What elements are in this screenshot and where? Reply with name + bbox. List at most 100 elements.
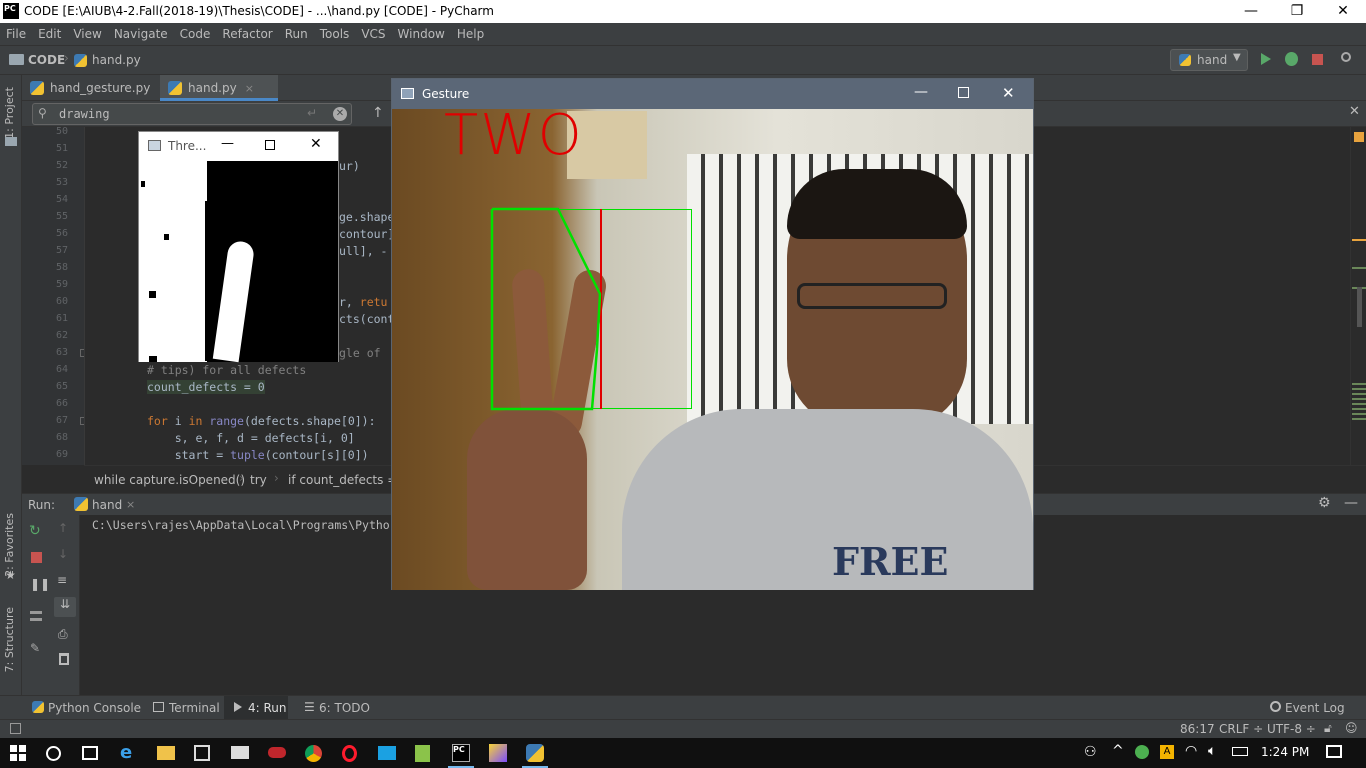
gesture-title-bar[interactable]: Gesture — ✕ [392, 79, 1033, 109]
notepad-icon[interactable] [415, 745, 430, 762]
threshold-window[interactable]: Thre... — ✕ [138, 131, 339, 363]
minimize-button[interactable]: — [221, 136, 234, 151]
close-button[interactable]: ✕ [1320, 0, 1366, 23]
app-purple-icon[interactable] [489, 744, 507, 762]
close-tab-icon[interactable]: × [245, 82, 254, 95]
editor-marker-strip [1350, 127, 1366, 465]
stop-icon[interactable] [1312, 54, 1323, 65]
action-center-icon[interactable] [1326, 745, 1342, 758]
caret-position[interactable]: 86:17 [1180, 722, 1215, 736]
threshold-title-bar[interactable]: Thre... — ✕ [139, 132, 338, 160]
minimize-button[interactable]: — [914, 84, 928, 100]
app-red-icon[interactable] [268, 747, 286, 758]
rerun-icon[interactable]: ↻ [29, 523, 41, 539]
stop-icon[interactable] [31, 552, 42, 563]
gesture-window[interactable]: Gesture — ✕ FREE TWO [391, 78, 1034, 590]
windows-start-icon[interactable] [10, 745, 26, 761]
crumb-try[interactable]: try [250, 473, 267, 487]
gear-icon[interactable]: ⚙ [1318, 495, 1331, 511]
show-hidden-icons-icon[interactable]: ^ [1112, 743, 1124, 759]
menu-code[interactable]: Code [174, 23, 217, 45]
wifi-icon[interactable]: ◠ [1185, 743, 1197, 759]
python-window-icon[interactable] [526, 744, 544, 762]
line-number: 69 [55, 449, 68, 460]
clock[interactable]: 1:24 PM [1261, 745, 1309, 759]
opera-icon[interactable] [342, 745, 357, 762]
hide-panel-icon[interactable]: — [1344, 495, 1358, 511]
minimize-button[interactable]: — [1228, 0, 1274, 23]
maximize-button[interactable] [265, 140, 275, 150]
pycharm-taskbar-icon[interactable]: PC [452, 744, 470, 762]
people-icon[interactable]: ⚇ [1084, 744, 1097, 760]
previous-occurrence-icon[interactable]: ↑ [372, 105, 384, 121]
search-input[interactable]: drawing [59, 107, 110, 121]
pause-icon[interactable]: ❚❚ [30, 577, 50, 591]
debug-icon[interactable] [1285, 52, 1298, 66]
code-line: cts(cont [339, 312, 395, 326]
tray-app-icon[interactable] [1135, 745, 1149, 759]
menu-tools[interactable]: Tools [314, 23, 356, 45]
app-blue-icon[interactable] [378, 746, 396, 760]
trash-icon[interactable] [59, 653, 69, 665]
tab-run[interactable]: 4: Run [248, 701, 287, 715]
close-find-icon[interactable]: ✕ [1349, 104, 1360, 119]
crumb-if[interactable]: if count_defects == [288, 473, 407, 487]
chrome-icon[interactable] [305, 745, 322, 762]
menu-vcs[interactable]: VCS [355, 23, 391, 45]
menu-refactor[interactable]: Refactor [216, 23, 278, 45]
camera-frame: FREE TWO [392, 109, 1033, 590]
tab-hand[interactable]: hand.py × [160, 75, 278, 101]
battery-icon[interactable] [1232, 747, 1248, 756]
tray-a-icon[interactable]: A [1160, 745, 1174, 759]
layout-icon[interactable] [30, 611, 42, 621]
breadcrumb-file[interactable]: hand.py [92, 53, 141, 67]
close-button[interactable]: ✕ [310, 136, 322, 152]
print-icon[interactable]: ⎙ [58, 627, 68, 642]
search-everywhere-icon[interactable] [1341, 52, 1351, 62]
tab-hand-gesture[interactable]: hand_gesture.py× [22, 75, 168, 101]
down-arrow-icon[interactable]: ↓ [58, 547, 68, 561]
toggle-tool-windows-icon[interactable] [10, 723, 21, 734]
edge-icon[interactable]: e [120, 743, 140, 763]
run-tab-label[interactable]: hand [92, 498, 122, 512]
tab-python-console[interactable]: Python Console [48, 701, 141, 715]
file-explorer-icon[interactable] [157, 746, 175, 760]
menu-navigate[interactable]: Navigate [108, 23, 174, 45]
breadcrumb-project[interactable]: CODE [28, 53, 65, 67]
scroll-to-end-icon[interactable]: ⇊ [54, 597, 76, 617]
crumb-while[interactable]: while capture.isOpened() [94, 473, 245, 487]
task-view-icon[interactable] [82, 746, 98, 760]
scrollbar-thumb[interactable] [1357, 287, 1362, 327]
close-run-tab-icon[interactable]: × [126, 498, 135, 511]
search-input-box[interactable]: ⚲ drawing ↵ ✕ [32, 103, 352, 125]
menu-edit[interactable]: Edit [32, 23, 67, 45]
clear-search-icon[interactable]: ✕ [333, 107, 347, 121]
file-encoding[interactable]: UTF-8 ÷ [1267, 722, 1316, 736]
line-separator[interactable]: CRLF ÷ [1219, 722, 1263, 736]
menu-run[interactable]: Run [279, 23, 314, 45]
close-button[interactable]: ✕ [1002, 84, 1015, 102]
structure-tool-tab[interactable]: 7: Structure [3, 607, 16, 672]
menu-window[interactable]: Window [392, 23, 451, 45]
menu-file[interactable]: File [0, 23, 32, 45]
soft-wrap-icon[interactable]: ≡ [57, 573, 67, 587]
inspector-icon[interactable]: ☺ [1345, 721, 1358, 735]
tab-todo[interactable]: 6: TODO [319, 701, 370, 715]
menu-view[interactable]: View [67, 23, 107, 45]
lock-icon[interactable]: 🔓︎ [1324, 721, 1332, 736]
restore-button[interactable]: ❐ [1274, 0, 1320, 23]
maximize-button[interactable] [958, 87, 969, 98]
tab-terminal[interactable]: Terminal [169, 701, 220, 715]
cortana-icon[interactable] [46, 746, 61, 761]
noise-spot [149, 291, 156, 298]
pin-icon[interactable]: ✎ [30, 641, 40, 655]
menu-help[interactable]: Help [451, 23, 490, 45]
up-arrow-icon[interactable]: ↑ [58, 521, 68, 535]
project-tool-tab[interactable]: 1: Project [3, 87, 16, 139]
run-icon[interactable] [1261, 53, 1271, 65]
event-log-button[interactable]: Event Log [1285, 701, 1345, 715]
volume-icon[interactable]: 🔈︎ [1208, 743, 1216, 759]
store-icon[interactable] [194, 745, 210, 761]
run-config-select[interactable]: hand ▼ [1170, 49, 1248, 71]
mail-icon[interactable] [231, 746, 249, 759]
